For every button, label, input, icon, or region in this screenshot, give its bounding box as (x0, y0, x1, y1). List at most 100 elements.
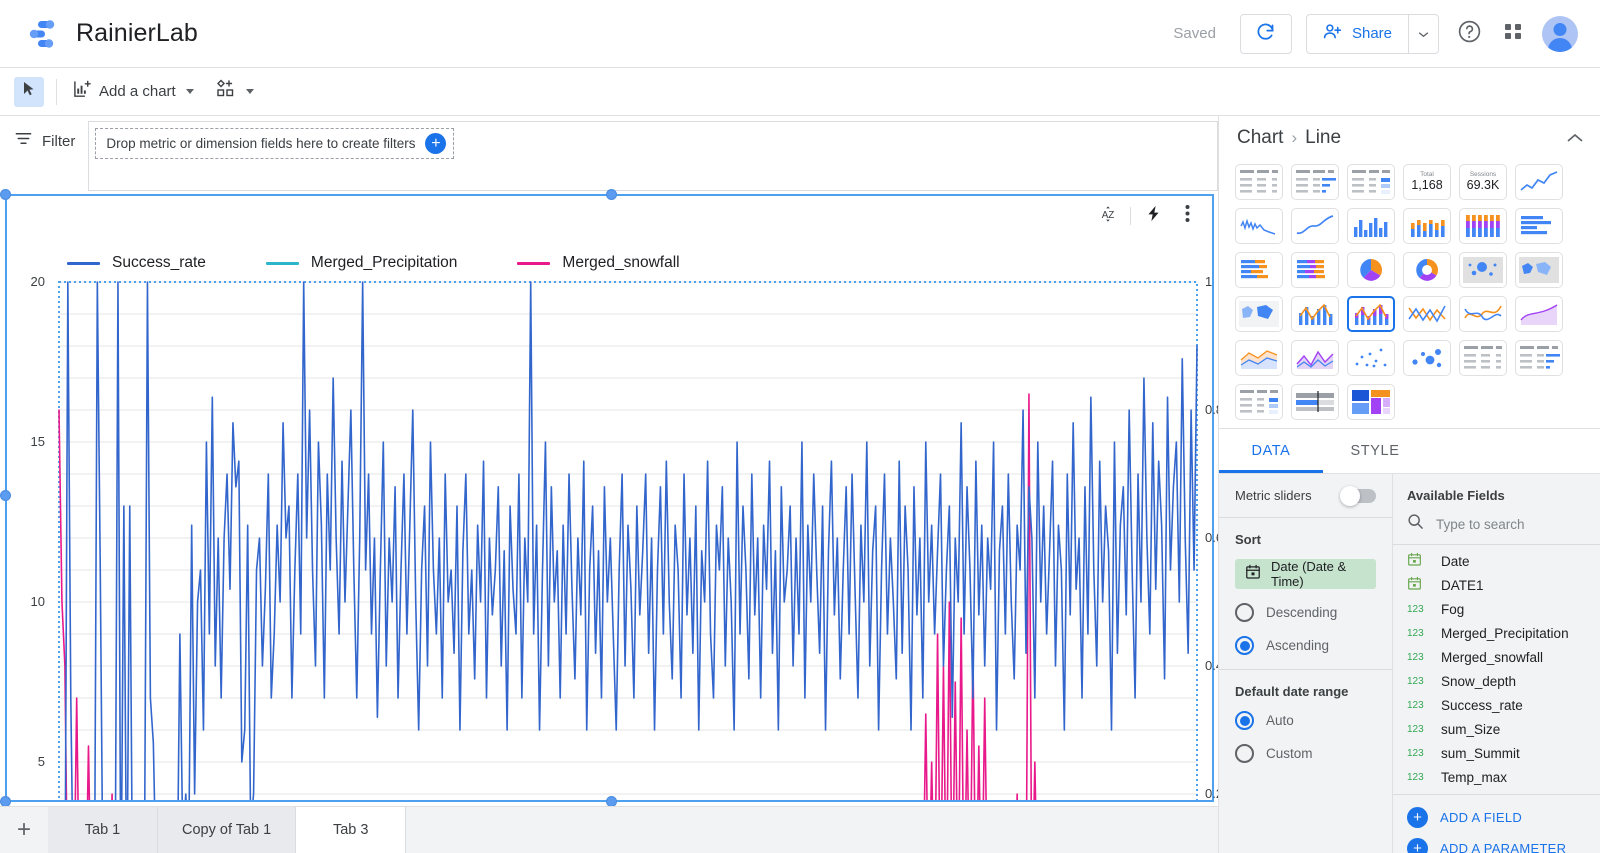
field-item[interactable]: 123 sum_Size (1393, 717, 1600, 741)
legend-item[interactable]: Success_rate (67, 254, 206, 272)
field-item[interactable]: 123 Success_rate (1393, 693, 1600, 717)
chart-type-area-chart[interactable] (1515, 296, 1563, 332)
chart-type-scorecard-compact[interactable]: Sessions 69.3K (1459, 164, 1507, 200)
chart-type-table-with-heatmap[interactable] (1347, 164, 1395, 200)
numeric-field-icon: 123 (1407, 651, 1424, 663)
sort-title: Sort (1235, 532, 1261, 547)
field-item[interactable]: Date (1393, 549, 1600, 573)
chart-type-table[interactable] (1235, 164, 1283, 200)
cursor-arrow-icon (21, 81, 37, 102)
chart-type-line-chart[interactable] (1347, 296, 1395, 332)
chart-type-treemap[interactable] (1347, 384, 1395, 420)
add-filter-button[interactable]: + (425, 133, 447, 154)
numeric-field-icon: 123 (1407, 603, 1424, 615)
google-apps-button[interactable] (1502, 20, 1524, 47)
chart-type-bubble-chart[interactable] (1403, 340, 1451, 376)
metric-sliders-toggle[interactable] (1340, 485, 1376, 506)
date-range-section: Default date range Auto Custom (1219, 669, 1392, 777)
chart-type-pivot-table-heatmap[interactable] (1235, 384, 1283, 420)
chart-type-100-stacked-column[interactable] (1459, 208, 1507, 244)
panel-header: Chart › Line (1219, 116, 1600, 160)
chart-type-bar-chart[interactable] (1515, 208, 1563, 244)
select-tool-button[interactable] (14, 76, 44, 107)
optimize-button[interactable] (1136, 202, 1170, 230)
chart-type-stacked-area-chart[interactable] (1235, 340, 1283, 376)
filter-drop-zone[interactable]: Drop metric or dimension fields here to … (88, 121, 1218, 191)
tab-style[interactable]: STYLE (1323, 429, 1427, 473)
chart-type-scatter-chart[interactable] (1347, 340, 1395, 376)
legend-label: Merged_Precipitation (310, 254, 458, 271)
user-avatar[interactable] (1542, 15, 1578, 52)
properties-panel: Chart › Line Total 1,168 Sessions 69.3K DAT… (1218, 116, 1600, 853)
chart-type-time-series[interactable] (1515, 164, 1563, 200)
more-options-button[interactable] (1170, 202, 1204, 230)
sort-ascending-option[interactable]: Ascending (1235, 636, 1376, 655)
chart-type-100-stacked-bar[interactable] (1291, 252, 1339, 288)
field-item[interactable]: 123 sum_Summit (1393, 741, 1600, 765)
add-page-button[interactable]: + (0, 807, 48, 853)
y-axis-tick: 20 (30, 274, 45, 289)
chart-type-bullet-chart[interactable] (1291, 384, 1339, 420)
report-title[interactable]: RainierLab (76, 19, 198, 48)
chart-type-smooth-line-chart[interactable] (1459, 296, 1507, 332)
field-search-row[interactable] (1393, 513, 1600, 545)
y-axis-tick: 15 (30, 434, 45, 449)
filter-label-group: Filter (14, 129, 75, 153)
header-actions: Saved Share (1173, 13, 1600, 54)
add-a-parameter-button[interactable]: + ADD A PARAMETER (1393, 833, 1600, 853)
help-button[interactable] (1457, 19, 1482, 49)
page-tab[interactable]: Tab 1 (48, 807, 158, 853)
legend-item[interactable]: Merged_snowfall (517, 254, 680, 272)
field-item[interactable]: 123 Merged_Precipitation (1393, 621, 1600, 645)
refresh-button[interactable] (1239, 13, 1292, 54)
add-a-field-label: ADD A FIELD (1440, 810, 1523, 825)
field-item[interactable]: 123 Snow_depth (1393, 669, 1600, 693)
share-button[interactable]: Share (1305, 13, 1439, 54)
line-chart-container[interactable]: AZ Success_rate Merged_Precipitation Mer… (0, 189, 1223, 853)
breadcrumb-root[interactable]: Chart (1237, 127, 1283, 149)
add-a-chart-button[interactable]: Add a chart (69, 76, 198, 108)
legend-item[interactable]: Merged_Precipitation (265, 254, 458, 272)
looker-studio-app: RainierLab Saved Share Add a chart Filte… (0, 0, 1600, 853)
chart-type-pivot-table-bars[interactable] (1515, 340, 1563, 376)
chart-type-column-chart[interactable] (1347, 208, 1395, 244)
chart-type-table-with-bars[interactable] (1291, 164, 1339, 200)
chart-type-stacked-column-chart[interactable] (1403, 208, 1451, 244)
add-a-field-button[interactable]: + ADD A FIELD (1393, 802, 1600, 833)
page-tab[interactable]: Tab 3 (296, 807, 407, 853)
add-control-icon (216, 79, 236, 104)
legend-swatch (67, 261, 100, 265)
field-item[interactable]: 123 Fog (1393, 597, 1600, 621)
date-range-auto-option[interactable]: Auto (1235, 711, 1376, 730)
tab-data[interactable]: DATA (1219, 429, 1323, 473)
field-item[interactable]: 123 Merged_snowfall (1393, 645, 1600, 669)
chart-type-stacked-bar-chart[interactable] (1235, 252, 1283, 288)
chart-type-google-maps-bubble[interactable] (1459, 252, 1507, 288)
chart-type-pivot-table[interactable] (1459, 340, 1507, 376)
chart-type-multi-line-chart[interactable] (1403, 296, 1451, 332)
chart-type-combo-chart[interactable] (1291, 296, 1339, 332)
chart-type-smoothed-time-series[interactable] (1291, 208, 1339, 244)
chart-type-geo-chart[interactable] (1515, 252, 1563, 288)
chart-type-scorecard[interactable]: Total 1,168 (1403, 164, 1451, 200)
sort-field-chip[interactable]: Date (Date & Time) (1235, 559, 1376, 589)
legend-label: Merged_snowfall (562, 254, 680, 271)
sort-descending-option[interactable]: Descending (1235, 603, 1376, 622)
field-item[interactable]: 123 Temp_max (1393, 765, 1600, 789)
collapse-panel-button[interactable] (1566, 132, 1584, 144)
page-tab[interactable]: Copy of Tab 1 (158, 807, 297, 853)
field-search-input[interactable] (1436, 516, 1586, 532)
chart-type-pie-chart[interactable] (1347, 252, 1395, 288)
radio-unselected (1235, 744, 1254, 763)
chart-type-donut-chart[interactable] (1403, 252, 1451, 288)
chart-type-sparkline[interactable] (1235, 208, 1283, 244)
date-range-custom-option[interactable]: Custom (1235, 744, 1376, 763)
chart-type-stepped-area-chart[interactable] (1291, 340, 1339, 376)
field-item[interactable]: DATE1 (1393, 573, 1600, 597)
chart-type-filled-map[interactable] (1235, 296, 1283, 332)
sort-button[interactable]: AZ (1091, 202, 1125, 230)
add-a-control-button[interactable] (212, 75, 258, 108)
toolbar-divider (56, 78, 57, 105)
more-vert-icon (1185, 204, 1190, 228)
share-dropdown-button[interactable] (1408, 14, 1438, 53)
